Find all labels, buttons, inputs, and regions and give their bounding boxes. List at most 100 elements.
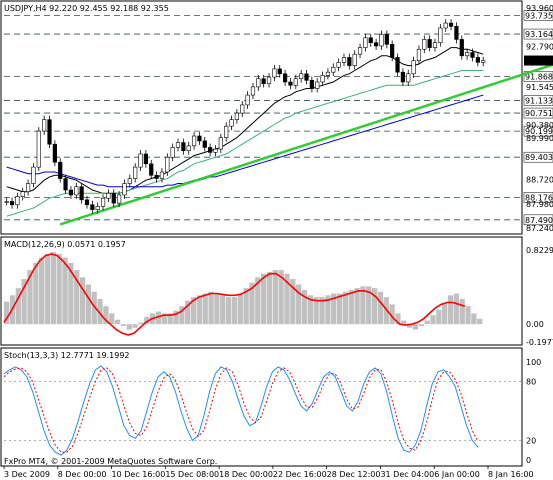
- level-tag-label: 90.751: [525, 109, 553, 118]
- macd-bar: [39, 257, 45, 325]
- time-tick-label: 18 Dec 00:00: [219, 470, 273, 479]
- price-tick-label: 89.990: [526, 134, 553, 143]
- candle-body: [170, 147, 175, 158]
- macd-bar: [477, 318, 483, 325]
- macd-pane-title: MACD(12,26,9) 0.0571 0.1957: [4, 240, 126, 249]
- candle-body: [143, 153, 148, 165]
- support-trendline: [59, 63, 553, 226]
- candle-body: [79, 186, 84, 201]
- chart-canvas: 93.73593.16491.86891.13390.75190.19989.4…: [0, 0, 553, 479]
- candle-body: [261, 78, 266, 84]
- macd-bar: [360, 286, 366, 325]
- macd-tick-label: -0.1977: [526, 338, 553, 347]
- macd-bar: [342, 291, 349, 325]
- candle-body: [390, 44, 395, 58]
- macd-bar: [33, 262, 39, 325]
- candle-body: [25, 183, 31, 192]
- candle-body: [100, 197, 106, 207]
- macd-bar: [27, 270, 33, 325]
- macd-bar: [220, 295, 226, 325]
- candle-body: [481, 60, 486, 63]
- time-tick-label: 28 Dec 12:00: [327, 470, 381, 479]
- candle-body: [454, 26, 459, 40]
- candle-body: [95, 206, 100, 210]
- candle-body: [240, 104, 245, 114]
- macd-bar: [453, 293, 460, 325]
- candle-body: [202, 140, 207, 148]
- current-price-label: 92.355: [526, 57, 553, 66]
- macd-tick-label: 0.00: [526, 320, 544, 329]
- stoch-axis: 100 80 20 0: [526, 358, 541, 465]
- candle-body: [379, 34, 384, 47]
- macd-bar: [120, 324, 127, 326]
- candle-body: [459, 39, 464, 57]
- candle-body: [117, 194, 122, 204]
- level-tag-label: 93.164: [525, 30, 553, 39]
- candle-body: [36, 130, 41, 168]
- candle-body: [465, 52, 470, 57]
- candle-body: [277, 68, 282, 75]
- candle-body: [432, 42, 438, 48]
- candle-body: [175, 142, 181, 148]
- time-tick-label: 15 Dec 08:00: [165, 470, 219, 479]
- macd-bar: [109, 313, 115, 325]
- candle-body: [186, 145, 191, 152]
- candle-body: [406, 73, 411, 83]
- candle-body: [470, 52, 475, 58]
- candle-body: [133, 166, 138, 179]
- stoch-pane-title: Stoch(13,3,3) 12.7771 19.1992: [4, 351, 130, 360]
- candle-body: [234, 112, 240, 120]
- candle-body: [266, 76, 272, 84]
- macd-bar: [266, 271, 273, 325]
- candle-body: [288, 81, 293, 86]
- macd-bar: [202, 293, 208, 325]
- macd-bar: [412, 324, 419, 330]
- candle-body: [58, 161, 63, 179]
- level-tag-label: 91.133: [525, 97, 553, 106]
- candle-body: [416, 48, 422, 62]
- macd-bar: [272, 270, 278, 325]
- candle-body: [256, 78, 261, 88]
- candle-body: [52, 143, 57, 163]
- candle-body: [229, 119, 234, 127]
- macd-bar: [377, 291, 384, 325]
- level-tag-label: 91.868: [525, 72, 553, 81]
- candle-body: [282, 73, 288, 83]
- price-tick-label: 87.980: [526, 200, 553, 209]
- macd-bar: [225, 297, 232, 325]
- price-pane-frame: [0, 0, 523, 235]
- candle-body: [443, 22, 448, 29]
- candle-body: [368, 37, 373, 44]
- time-tick-label: 31 Dec 04:00: [380, 470, 434, 479]
- price-tick-label: 91.545: [526, 83, 553, 92]
- macd-bar: [79, 277, 86, 325]
- candle-body: [111, 192, 116, 204]
- macd-bar: [114, 319, 121, 325]
- candle-body: [427, 39, 432, 48]
- candle-body: [218, 137, 223, 150]
- time-tick-label: 8 Jan 16:00: [488, 470, 534, 479]
- candle-body: [191, 135, 197, 147]
- macd-bar: [196, 295, 203, 325]
- macd-bar: [459, 298, 465, 325]
- time-tick-label: 22 Dec 16:00: [273, 470, 327, 479]
- candle-body: [315, 81, 320, 89]
- candle-body: [250, 86, 256, 96]
- copyright-footer: FxPro MT4, © 2001-2009 MetaQuotes Softwa…: [4, 457, 217, 466]
- macd-bar: [237, 293, 243, 325]
- time-tick-label: 6 Jan 00:00: [434, 470, 480, 479]
- candle-body: [411, 60, 416, 75]
- candle-body: [181, 142, 186, 152]
- macd-bar: [430, 315, 436, 325]
- macd-bar: [348, 289, 354, 325]
- candle-body: [352, 53, 357, 66]
- time-axis: 3 Dec 2009 8 Dec 00:00 10 Dec 16:00 15 Dec …: [3, 466, 534, 479]
- ma-line: [6, 94, 484, 188]
- candle-body: [293, 78, 298, 86]
- candle-body: [438, 27, 443, 44]
- macd-bar: [50, 252, 56, 325]
- macd-bar: [447, 295, 454, 325]
- candle-body: [197, 135, 202, 142]
- candle-body: [475, 57, 480, 63]
- macd-bar: [85, 284, 92, 325]
